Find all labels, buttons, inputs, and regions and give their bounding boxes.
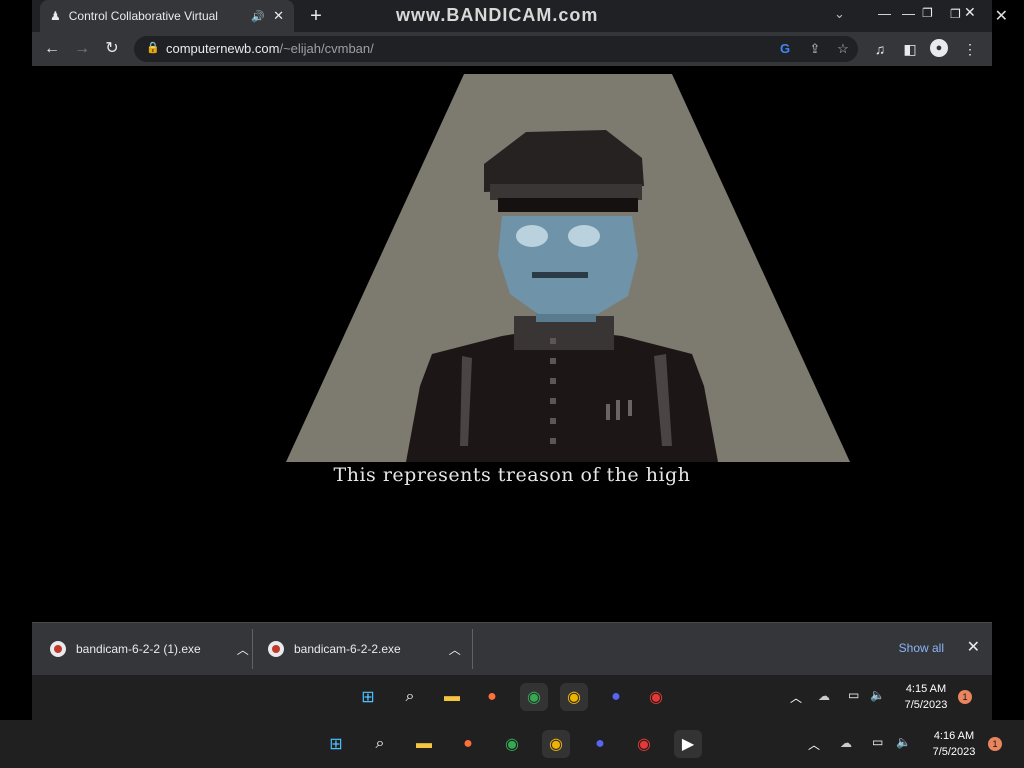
bandicam-watermark: www.BANDICAM.com xyxy=(396,5,599,25)
download-separator xyxy=(252,629,253,669)
host-close-icon[interactable]: ✕ xyxy=(995,6,1008,26)
bookmark-star-icon[interactable]: ☆ xyxy=(834,40,852,58)
volume-icon[interactable]: 🔈 xyxy=(870,688,885,702)
windows-start-icon[interactable]: ⊞ xyxy=(354,683,382,711)
tab-search-icon[interactable]: ⌄ xyxy=(834,6,845,22)
onedrive-icon[interactable]: ☁ xyxy=(818,689,830,703)
media-player-icon[interactable]: ▶ xyxy=(674,730,702,758)
chrome-icon[interactable]: ◉ xyxy=(520,683,548,711)
profile-avatar-icon[interactable]: ● xyxy=(930,39,948,57)
media-control-icon[interactable]: ♫ xyxy=(870,39,890,59)
restore-icon-2[interactable]: ❐ xyxy=(950,7,961,21)
file-explorer-icon[interactable]: ▬ xyxy=(410,730,438,758)
host-clock[interactable]: 4:16 AM 7/5/2023 xyxy=(922,728,986,760)
url-domain: computernewb.com xyxy=(166,41,280,56)
back-icon[interactable]: ← xyxy=(42,39,62,59)
chrome-canary-icon[interactable]: ◉ xyxy=(560,683,588,711)
close-download-bar-icon[interactable]: ✕ xyxy=(967,637,980,657)
restore-icon[interactable]: ❐ xyxy=(922,6,933,20)
vm-clock[interactable]: 4:15 AM 7/5/2023 xyxy=(896,681,956,713)
chevron-up-icon[interactable]: ︿ xyxy=(237,641,249,658)
tab-favicon-icon: ♟ xyxy=(50,9,61,23)
minimize-icon[interactable]: — xyxy=(878,6,891,21)
minimize-icon-2[interactable]: — xyxy=(902,6,915,21)
network-icon[interactable]: ▭ xyxy=(872,735,883,749)
active-tab[interactable]: ♟ Control Collaborative Virtual 🔊 ✕ xyxy=(40,0,294,32)
notification-badge[interactable]: 1 xyxy=(988,737,1002,751)
host-date: 7/5/2023 xyxy=(932,746,976,758)
download-filename: bandicam-6-2-2.exe xyxy=(294,642,401,656)
url-text: computernewb.com/~elijah/cvmban/ xyxy=(166,41,374,56)
side-panel-icon[interactable]: ◧ xyxy=(900,39,920,59)
chevron-up-icon[interactable]: ︿ xyxy=(449,641,461,658)
vm-time: 4:15 AM xyxy=(905,683,947,695)
bandicam-file-icon xyxy=(50,641,66,657)
tray-chevron-icon[interactable]: ︿ xyxy=(808,736,820,753)
browser-toolbar: ← → ↻ 🔒 computernewb.com/~elijah/cvmban/… xyxy=(32,32,992,66)
reload-icon[interactable]: ↻ xyxy=(102,39,122,59)
game-scene xyxy=(286,74,850,462)
search-icon[interactable]: ⌕ xyxy=(396,683,424,711)
vm-date: 7/5/2023 xyxy=(904,699,948,711)
share-icon[interactable]: ⇪ xyxy=(806,40,824,58)
officer-mouth xyxy=(532,272,588,278)
tab-title: Control Collaborative Virtual xyxy=(68,9,218,23)
chrome-canary-icon[interactable]: ◉ xyxy=(542,730,570,758)
officer-eye-right xyxy=(568,225,600,247)
discord-icon[interactable]: ● xyxy=(586,730,614,758)
tray-chevron-icon[interactable]: ︿ xyxy=(790,689,802,706)
download-bar: bandicam-6-2-2 (1).exe ︿ bandicam-6-2-2.… xyxy=(32,622,992,675)
network-icon[interactable]: ▭ xyxy=(848,688,859,702)
tab-audio-icon[interactable]: 🔊 xyxy=(251,10,265,23)
officer-cap-band xyxy=(490,184,642,200)
bandicam-record-icon[interactable]: ◉ xyxy=(630,730,658,758)
tab-close-icon[interactable]: ✕ xyxy=(273,8,284,24)
tab-strip: ♟ Control Collaborative Virtual 🔊 ✕ + ww… xyxy=(32,0,992,32)
firefox-icon[interactable]: ● xyxy=(454,730,482,758)
forward-icon[interactable]: → xyxy=(72,39,92,59)
show-all-link[interactable]: Show all xyxy=(899,641,944,655)
new-tab-button[interactable]: + xyxy=(304,4,328,28)
vm-taskbar: ⊞ ⌕ ▬ ● ◉ ◉ ● ◉ ︿ ☁ ▭ 🔈 4:15 AM 7/5/2023… xyxy=(32,675,992,720)
download-item-2[interactable]: bandicam-6-2-2.exe ︿ xyxy=(268,623,461,675)
address-bar[interactable]: 🔒 computernewb.com/~elijah/cvmban/ G ⇪ ☆ xyxy=(134,36,858,62)
chrome-icon[interactable]: ◉ xyxy=(498,730,526,758)
lock-icon: 🔒 xyxy=(146,42,160,54)
bandicam-record-icon[interactable]: ◉ xyxy=(642,683,670,711)
onedrive-icon[interactable]: ☁ xyxy=(840,736,852,750)
bandicam-file-icon xyxy=(268,641,284,657)
game-subtitle: This represents treason of the high xyxy=(333,464,691,486)
firefox-icon[interactable]: ● xyxy=(478,683,506,711)
google-icon[interactable]: G xyxy=(776,40,794,58)
file-explorer-icon[interactable]: ▬ xyxy=(438,683,466,711)
host-taskbar: ⊞ ⌕ ▬ ● ◉ ◉ ● ◉ ▶ ︿ ☁ ▭ 🔈 4:16 AM 7/5/20… xyxy=(0,720,1024,768)
url-path: /~elijah/cvmban/ xyxy=(279,41,374,56)
download-separator xyxy=(472,629,473,669)
search-icon[interactable]: ⌕ xyxy=(366,730,394,758)
game-canvas[interactable]: This represents treason of the high xyxy=(32,66,992,622)
menu-kebab-icon[interactable]: ⋮ xyxy=(960,39,980,59)
close-icon[interactable]: ✕ xyxy=(964,4,976,21)
download-filename: bandicam-6-2-2 (1).exe xyxy=(76,642,201,656)
discord-icon[interactable]: ● xyxy=(602,683,630,711)
download-item-1[interactable]: bandicam-6-2-2 (1).exe ︿ xyxy=(50,623,249,675)
officer-eye-left xyxy=(516,225,548,247)
host-time: 4:16 AM xyxy=(933,730,975,742)
windows-start-icon[interactable]: ⊞ xyxy=(322,730,350,758)
browser-window: ♟ Control Collaborative Virtual 🔊 ✕ + ww… xyxy=(32,0,992,720)
volume-icon[interactable]: 🔈 xyxy=(896,735,911,749)
officer-cap-visor xyxy=(498,198,638,212)
notification-badge[interactable]: 1 xyxy=(958,690,972,704)
